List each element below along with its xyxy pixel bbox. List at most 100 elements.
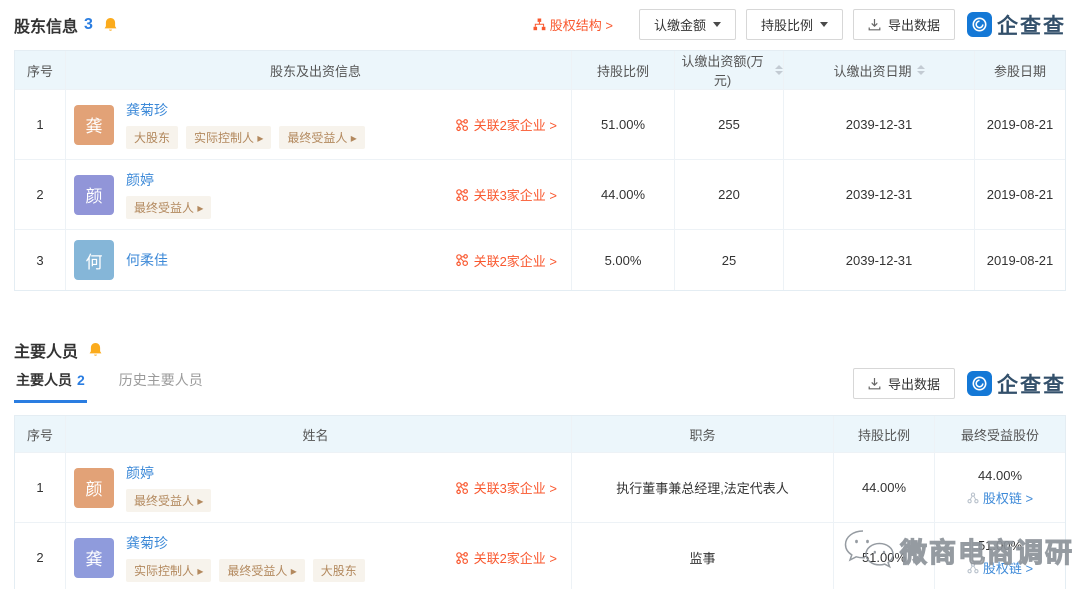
shareholders-title: 股东信息 3 <box>14 13 118 37</box>
col-header-amount: 认缴出资额(万元) <box>674 51 783 89</box>
shareholder-name-link[interactable]: 龚菊珍 <box>126 100 365 120</box>
qichacha-logo-text: 企查查 <box>997 10 1066 40</box>
benefit-cell: 51.00% 股权链 > <box>934 523 1065 589</box>
benefit-value: 51.00% <box>978 538 1022 553</box>
personnel-title: 主要人员 <box>14 338 103 362</box>
personnel-tabs: 主要人员2 历史主要人员 <box>14 364 205 403</box>
avatar[interactable]: 何 <box>74 240 114 280</box>
network-icon <box>455 551 469 565</box>
org-chart-icon <box>533 18 546 31</box>
ratio-filter-button[interactable]: 持股比例 <box>746 9 843 40</box>
amount-cell: 25 <box>674 230 783 290</box>
related-companies-link[interactable]: 关联2家企业 > <box>455 115 557 134</box>
personnel-table-header: 序号 姓名 职务 持股比例 最终受益股份 <box>15 416 1065 452</box>
personnel-row: 2 龚 龚菊珍 实际控制人 ▸ 最终受益人 ▸ 大股东 <box>15 522 1065 589</box>
related-companies-link[interactable]: 关联3家企业 > <box>455 185 557 204</box>
tab-count: 2 <box>77 372 85 388</box>
network-icon <box>455 253 469 267</box>
chevron-down-icon <box>713 22 721 27</box>
amount-cell: 220 <box>674 160 783 229</box>
amount-cell: 255 <box>674 90 783 159</box>
personnel-toolbar: 导出数据 企查查 <box>843 368 1066 399</box>
row-index: 1 <box>15 90 65 159</box>
ratio-cell: 5.00% <box>571 230 674 290</box>
shareholder-name-link[interactable]: 何柔佳 <box>126 250 168 270</box>
shareholders-section-header: 股东信息 3 股权结构 > 认缴金额 持股比例 导出数据 <box>0 0 1080 50</box>
export-data-button[interactable]: 导出数据 <box>853 9 955 40</box>
join-date-cell: 2019-08-21 <box>974 230 1065 290</box>
benefit-value: 44.00% <box>978 468 1022 483</box>
tag-beneficial-owner[interactable]: 最终受益人 ▸ <box>126 489 211 512</box>
ratio-cell: 44.00% <box>571 160 674 229</box>
download-icon <box>868 18 881 31</box>
equity-structure-link[interactable]: 股权结构 > <box>533 15 613 34</box>
shareholders-count: 3 <box>84 16 93 34</box>
sort-amount-control[interactable] <box>775 65 783 75</box>
join-date-cell: 2019-08-21 <box>974 160 1065 229</box>
shareholder-info-cell: 何 何柔佳 关联2家企业 > <box>65 230 571 290</box>
shareholder-info-cell: 龚 龚菊珍 大股东 实际控制人 ▸ 最终受益人 ▸ 关联2家企业 > <box>65 90 571 159</box>
qichacha-logo: 企查查 <box>967 369 1066 399</box>
related-companies-link[interactable]: 关联2家企业 > <box>455 548 557 567</box>
col-header-ratio: 持股比例 <box>571 51 674 89</box>
chain-icon <box>967 562 979 574</box>
company-profile-page: 股东信息 3 股权结构 > 认缴金额 持股比例 导出数据 <box>0 0 1080 589</box>
tab-current-personnel[interactable]: 主要人员2 <box>14 364 87 403</box>
col-header-ratio: 持股比例 <box>833 416 934 452</box>
avatar[interactable]: 龚 <box>74 105 114 145</box>
benefit-cell: 44.00% 股权链 > <box>934 453 1065 522</box>
tab-history-personnel[interactable]: 历史主要人员 <box>117 364 205 403</box>
export-data-button[interactable]: 导出数据 <box>853 368 955 399</box>
pay-date-cell: 2039-12-31 <box>783 160 974 229</box>
tag-actual-controller[interactable]: 实际控制人 ▸ <box>126 559 211 582</box>
avatar[interactable]: 龚 <box>74 538 114 578</box>
personnel-section-header: 主要人员 <box>0 329 1080 362</box>
personnel-info-cell: 颜 颜婷 最终受益人 ▸ 关联3家企业 > <box>65 453 571 522</box>
personnel-name-link[interactable]: 颜婷 <box>126 463 211 483</box>
ratio-cell: 51.00% <box>833 523 934 589</box>
tag-beneficial-owner[interactable]: 最终受益人 ▸ <box>279 126 364 149</box>
shareholders-title-text: 股东信息 <box>14 13 78 37</box>
position-cell: 执行董事兼总经理,法定代表人 <box>571 453 833 522</box>
shareholders-toolbar: 股权结构 > 认缴金额 持股比例 导出数据 企查查 <box>533 9 1066 40</box>
ratio-cell: 44.00% <box>833 453 934 522</box>
shareholder-info-cell: 颜 颜婷 最终受益人 ▸ 关联3家企业 > <box>65 160 571 229</box>
row-index: 2 <box>15 523 65 589</box>
shareholder-name-link[interactable]: 颜婷 <box>126 170 211 190</box>
shareholder-row: 3 何 何柔佳 关联2家企业 > 5.00% 25 2039-12-31 201… <box>15 229 1065 290</box>
shareholders-table: 序号 股东及出资信息 持股比例 认缴出资额(万元) 认缴出资日期 参股日期 1 … <box>14 50 1066 291</box>
tag-major-shareholder[interactable]: 大股东 <box>126 126 178 149</box>
ratio-cell: 51.00% <box>571 90 674 159</box>
personnel-tabs-row: 主要人员2 历史主要人员 导出数据 企查查 <box>0 364 1080 403</box>
tag-major-shareholder[interactable]: 大股东 <box>313 559 365 582</box>
chevron-down-icon <box>820 22 828 27</box>
avatar[interactable]: 颜 <box>74 175 114 215</box>
chain-icon <box>967 492 979 504</box>
tag-beneficial-owner[interactable]: 最终受益人 ▸ <box>219 559 304 582</box>
bell-icon[interactable] <box>103 17 118 33</box>
qichacha-logo-text: 企查查 <box>997 369 1066 399</box>
row-index: 2 <box>15 160 65 229</box>
personnel-name-link[interactable]: 龚菊珍 <box>126 533 365 553</box>
col-header-join-date: 参股日期 <box>974 51 1065 89</box>
related-companies-link[interactable]: 关联2家企业 > <box>455 251 557 270</box>
equity-chain-link[interactable]: 股权链 > <box>967 558 1033 577</box>
pay-date-cell: 2039-12-31 <box>783 230 974 290</box>
pay-date-cell: 2039-12-31 <box>783 90 974 159</box>
personnel-table: 序号 姓名 职务 持股比例 最终受益股份 1 颜 颜婷 最终受益人 ▸ <box>14 415 1066 589</box>
row-index: 1 <box>15 453 65 522</box>
tag-beneficial-owner[interactable]: 最终受益人 ▸ <box>126 196 211 219</box>
personnel-info-cell: 龚 龚菊珍 实际控制人 ▸ 最终受益人 ▸ 大股东 关联2家企业 > <box>65 523 571 589</box>
network-icon <box>455 481 469 495</box>
avatar[interactable]: 颜 <box>74 468 114 508</box>
related-companies-link[interactable]: 关联3家企业 > <box>455 478 557 497</box>
amount-filter-button[interactable]: 认缴金额 <box>639 9 736 40</box>
qichacha-logo: 企查查 <box>967 10 1066 40</box>
col-header-pay-date: 认缴出资日期 <box>783 51 974 89</box>
sort-pay-date-control[interactable] <box>917 65 925 75</box>
bell-icon[interactable] <box>88 342 103 358</box>
personnel-section: 主要人员 主要人员2 历史主要人员 导出数据 <box>0 329 1080 589</box>
equity-chain-link[interactable]: 股权链 > <box>967 488 1033 507</box>
personnel-title-text: 主要人员 <box>14 338 78 362</box>
tag-actual-controller[interactable]: 实际控制人 ▸ <box>186 126 271 149</box>
